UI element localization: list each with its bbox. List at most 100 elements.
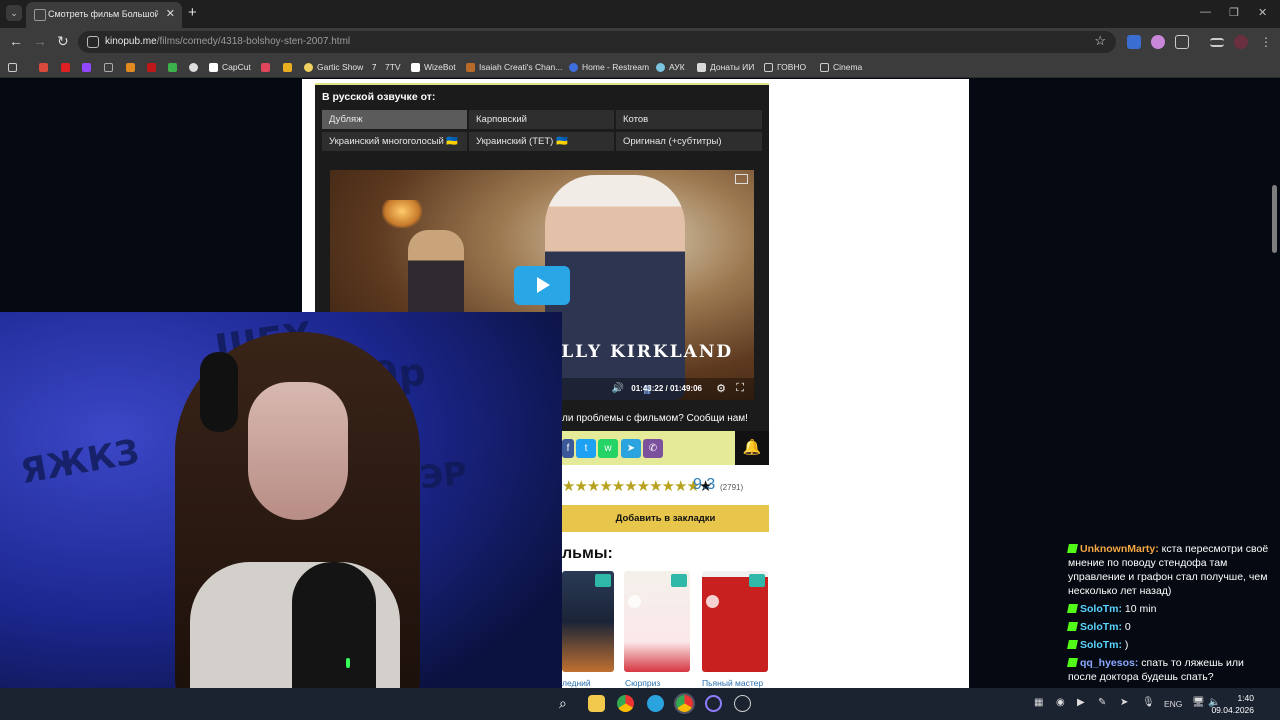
reading-list-icon[interactable] <box>1210 38 1224 47</box>
voice-option-dubbing[interactable]: Дубляж <box>322 110 467 129</box>
facebook-share-icon[interactable]: f <box>562 439 574 458</box>
bookmark-twitch-icon[interactable] <box>82 61 91 73</box>
bookmark-site-icon[interactable] <box>126 61 135 73</box>
maximize-icon[interactable]: ❐ <box>1229 6 1239 19</box>
bookmark-isaiah[interactable]: Isaiah Creati's Chan... <box>466 61 562 73</box>
stream-chat: UnknownMarty: кста пересмотри своё мнени… <box>1067 542 1274 688</box>
volume-icon[interactable]: 🔊 <box>612 383 624 394</box>
gartic-icon <box>304 62 313 72</box>
tray-app-icon[interactable]: ▦ <box>1034 697 1043 708</box>
profile-avatar[interactable] <box>1234 35 1248 49</box>
similar-film-poster[interactable] <box>624 571 690 672</box>
bookmark-site-icon[interactable] <box>147 61 156 73</box>
poster-play-icon <box>706 595 719 608</box>
bookmark-wizebot[interactable]: WizeBot <box>411 61 456 73</box>
bookmark-donaty[interactable]: Донаты ИИ <box>697 61 754 73</box>
viber-share-icon[interactable]: ✆ <box>643 439 663 458</box>
tab-search-icon[interactable]: ⌄ <box>6 5 22 21</box>
bookmark-page-icon[interactable] <box>104 61 113 73</box>
new-tab-icon[interactable]: + <box>188 4 197 21</box>
bookmark-gartic-show[interactable]: Gartic Show <box>304 61 363 73</box>
bookmark-folder-cinema[interactable]: Cinema <box>820 61 862 73</box>
bookmark-youtube-icon[interactable] <box>61 61 70 73</box>
voice-option-ukrainian-multi[interactable]: Украинский многоголосый 🇺🇦 <box>322 132 467 151</box>
picture-in-picture-icon[interactable] <box>735 174 748 184</box>
poster-play-icon <box>628 595 641 608</box>
apps-grid-icon[interactable] <box>8 61 17 73</box>
back-icon[interactable]: ← <box>9 34 23 48</box>
report-problem-text[interactable]: ли проблемы с фильмом? Сообщи нам! <box>562 413 748 424</box>
notification-bell-icon[interactable]: 🔔 <box>735 431 769 465</box>
search-icon[interactable]: ⌕ <box>559 695 576 712</box>
forward-icon[interactable]: → <box>33 34 47 48</box>
add-bookmark-button[interactable]: Добавить в закладки <box>562 505 769 532</box>
rating-stars[interactable]: ★★★★★★★★★★★★ <box>562 477 712 495</box>
minimize-icon[interactable]: — <box>1200 6 1211 18</box>
tray-telegram-icon[interactable]: ➤ <box>1120 697 1128 708</box>
bookmark-restream[interactable]: Home - Restream <box>569 61 649 73</box>
bookmark-7tv[interactable]: 7 7TV <box>372 61 401 73</box>
app-icon[interactable] <box>705 695 722 712</box>
chrome-icon[interactable] <box>617 695 634 712</box>
voice-option-ukrainian-tet[interactable]: Украинский (ТЕТ) 🇺🇦 <box>469 132 614 151</box>
similar-film-name[interactable]: ледний <box>562 678 591 688</box>
bookmark-folder-govno[interactable]: ГОВНО <box>764 61 806 73</box>
language-indicator[interactable]: ENG <box>1164 699 1182 709</box>
browser-tab[interactable]: Смотреть фильм Большой Стэн ✕ <box>26 2 182 28</box>
voice-option-original[interactable]: Оригинал (+субтитры) <box>616 132 762 151</box>
kick-badge-icon <box>1067 544 1078 553</box>
close-window-icon[interactable]: ✕ <box>1258 6 1267 19</box>
extension-stats-icon[interactable] <box>1127 35 1141 49</box>
video-credit-text: ALLY KIRKLAND <box>546 342 734 362</box>
tab-title: Смотреть фильм Большой Стэн <box>48 9 158 19</box>
reload-icon[interactable]: ↻ <box>57 34 69 48</box>
bookmarks-bar: CapCut Gartic Show 7 7TV WizeBot Isaiah C… <box>0 56 1280 78</box>
telegram-icon[interactable] <box>647 695 664 712</box>
page-scrollbar[interactable] <box>1272 185 1277 253</box>
close-tab-icon[interactable]: ✕ <box>166 7 175 20</box>
kick-badge-icon <box>1067 622 1078 631</box>
play-button[interactable] <box>514 266 570 305</box>
system-clock[interactable]: 1:40 09.04.2026 <box>1211 692 1254 716</box>
file-explorer-icon[interactable] <box>588 695 605 712</box>
clock-time: 1:40 <box>1237 693 1254 703</box>
bookmark-site-icon[interactable] <box>168 61 177 73</box>
tray-microphone-icon[interactable]: 🎙 <box>1142 697 1155 708</box>
bookmark-gmail-icon[interactable] <box>39 61 48 73</box>
browser-tab-strip: ⌄ Смотреть фильм Большой Стэн ✕ + — ❐ ✕ <box>0 0 1280 28</box>
bookmark-site-icon[interactable] <box>261 61 270 73</box>
bookmark-auk[interactable]: АУК <box>656 61 685 73</box>
bookmark-capcut[interactable]: CapCut <box>209 61 251 73</box>
mic-led <box>346 658 350 668</box>
tray-app-icon[interactable]: ✎ <box>1098 697 1106 708</box>
video-badge-icon <box>595 574 611 587</box>
fullscreen-icon[interactable]: ⛶ <box>736 382 744 395</box>
extensions-puzzle-icon[interactable] <box>1175 35 1189 49</box>
voice-option-kotov[interactable]: Котов <box>616 110 762 129</box>
extension-avatar-icon[interactable] <box>1151 35 1165 49</box>
twitter-share-icon[interactable]: t <box>576 439 596 458</box>
tray-app-icon[interactable]: ▶ <box>1077 697 1085 708</box>
bookmark-site-icon[interactable] <box>283 61 292 73</box>
telegram-share-icon[interactable]: ➤ <box>621 439 641 458</box>
similar-film-poster[interactable] <box>702 571 768 672</box>
donation-icon <box>697 62 706 72</box>
kick-badge-icon <box>1067 604 1078 613</box>
address-bar[interactable]: kinopub.me/films/comedy/4318-bolshoy-ste… <box>78 31 1116 53</box>
tray-app-icon[interactable]: ◉ <box>1056 697 1065 708</box>
similar-film-name[interactable]: Сюрприз <box>625 678 660 688</box>
network-icon[interactable]: 🖥 <box>1192 697 1205 708</box>
bookmark-site-icon[interactable] <box>189 61 198 73</box>
clock-date: 09.04.2026 <box>1211 705 1254 715</box>
bookmark-star-icon[interactable]: ☆ <box>1094 33 1106 49</box>
chrome-active-icon[interactable] <box>674 693 695 714</box>
similar-film-poster[interactable] <box>562 571 614 672</box>
settings-gear-icon[interactable]: ⚙ <box>716 382 726 395</box>
url-text: kinopub.me/films/comedy/4318-bolshoy-ste… <box>105 36 351 47</box>
similar-film-name[interactable]: Пьяный мастер <box>702 678 763 688</box>
obs-icon[interactable] <box>734 695 751 712</box>
site-info-icon[interactable] <box>87 36 99 48</box>
voice-option-karpovsky[interactable]: Карповский <box>469 110 614 129</box>
browser-menu-icon[interactable]: ⋮ <box>1260 35 1274 49</box>
whatsapp-share-icon[interactable]: w <box>598 439 618 458</box>
